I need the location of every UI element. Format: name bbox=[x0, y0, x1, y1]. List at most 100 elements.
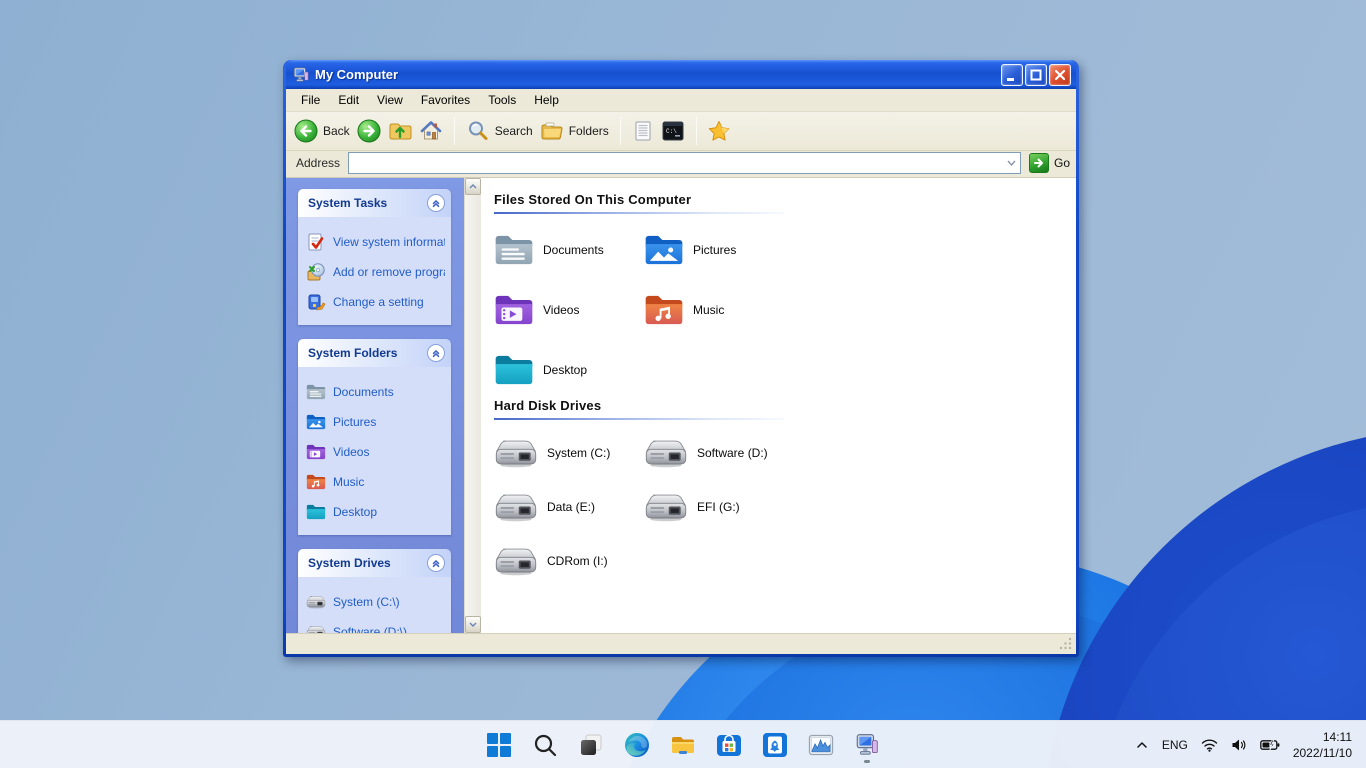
address-dropdown-icon[interactable] bbox=[1004, 153, 1020, 173]
sidebar-item-system-c[interactable]: System (C:\) bbox=[306, 587, 445, 617]
folder-item-desktop[interactable]: Desktop bbox=[494, 350, 644, 390]
add-remove-programs-icon bbox=[306, 262, 326, 282]
panel-header-system-tasks[interactable]: System Tasks bbox=[298, 189, 451, 217]
clock[interactable]: 14:11 2022/11/10 bbox=[1293, 729, 1352, 761]
group-title: Files Stored On This Computer bbox=[494, 192, 692, 207]
panel-header-system-drives[interactable]: System Drives bbox=[298, 549, 451, 577]
go-arrow-icon bbox=[1028, 152, 1049, 173]
drive-item-software-d[interactable]: Software (D:) bbox=[644, 436, 804, 470]
item-label: Pictures bbox=[693, 243, 737, 257]
sidebar-item-software-d[interactable]: Software (D:\) bbox=[306, 617, 445, 633]
taskbar-my-computer-icon[interactable] bbox=[848, 725, 886, 765]
wifi-icon[interactable] bbox=[1201, 738, 1218, 752]
menu-item-favorites[interactable]: Favorites bbox=[412, 90, 479, 110]
panel-header-system-folders[interactable]: System Folders bbox=[298, 339, 451, 367]
sidebar-item-pictures[interactable]: Pictures bbox=[306, 407, 445, 437]
folder-item-documents[interactable]: Documents bbox=[494, 230, 644, 270]
sidebar-item-view-system-information[interactable]: View system information bbox=[306, 227, 445, 257]
resize-grip[interactable] bbox=[1059, 637, 1073, 651]
taskbar-edge-icon[interactable] bbox=[618, 725, 656, 765]
collapse-chevron-icon[interactable] bbox=[427, 554, 445, 572]
folder-item-music[interactable]: Music bbox=[644, 290, 804, 330]
item-label: Music bbox=[693, 303, 725, 317]
sidebar-item-documents[interactable]: Documents bbox=[306, 377, 445, 407]
group-title: Hard Disk Drives bbox=[494, 398, 602, 413]
back-button[interactable]: Back bbox=[294, 119, 350, 143]
home-button[interactable] bbox=[419, 119, 443, 143]
folder-item-videos[interactable]: Videos bbox=[494, 290, 644, 330]
item-grid: Documents Pictures Videos Music Desktop bbox=[494, 230, 1058, 390]
content-group-hard-disk-drives: Hard Disk Drives System (C:) Software (D… bbox=[494, 398, 1058, 578]
folder-documents-icon bbox=[306, 382, 326, 402]
hdd-icon bbox=[494, 544, 538, 578]
drive-item-data-e[interactable]: Data (E:) bbox=[494, 490, 644, 524]
item-label: Documents bbox=[543, 243, 604, 257]
sidebar-panel-system-drives: System Drives System (C:\) Software (D:\… bbox=[298, 549, 451, 633]
panel-body: System (C:\) Software (D:\) bbox=[298, 577, 451, 633]
sidebar-item-change-a-setting[interactable]: Change a setting bbox=[306, 287, 445, 317]
drive-item-efi-g[interactable]: EFI (G:) bbox=[644, 490, 804, 524]
minimize-button[interactable] bbox=[1001, 63, 1023, 86]
folders-button[interactable]: Folders bbox=[540, 119, 609, 143]
cmd-button[interactable]: C:\ bbox=[661, 120, 685, 142]
address-field[interactable] bbox=[348, 151, 1021, 174]
panel-title: System Drives bbox=[308, 556, 391, 570]
taskbar-task-view-icon[interactable] bbox=[572, 725, 610, 765]
titlebar[interactable]: My Computer bbox=[286, 60, 1076, 89]
system-tray: ENG 14:11 2022/11/10 bbox=[1135, 721, 1366, 768]
panel-body: Documents Pictures Videos Music Desktop bbox=[298, 367, 451, 535]
window-title: My Computer bbox=[315, 67, 399, 82]
up-button[interactable] bbox=[388, 119, 412, 143]
sidebar-item-label: Software (D:\) bbox=[333, 625, 408, 633]
folder-desktop-icon bbox=[494, 350, 534, 390]
taskbar-search-taskbar-icon[interactable] bbox=[526, 725, 564, 765]
views-button[interactable] bbox=[632, 119, 654, 143]
item-label: CDRom (I:) bbox=[547, 554, 608, 568]
battery-charging-icon[interactable] bbox=[1259, 739, 1280, 751]
sidebar-item-label: Documents bbox=[333, 385, 394, 399]
maximize-button[interactable] bbox=[1025, 63, 1047, 86]
sidebar-item-videos[interactable]: Videos bbox=[306, 437, 445, 467]
scroll-up-button[interactable] bbox=[465, 178, 481, 195]
folders-label: Folders bbox=[568, 124, 609, 138]
sidebar-item-music[interactable]: Music bbox=[306, 467, 445, 497]
scroll-down-button[interactable] bbox=[465, 616, 481, 633]
sidebar-item-label: System (C:\) bbox=[333, 595, 400, 609]
close-button[interactable] bbox=[1049, 63, 1071, 86]
folder-item-pictures[interactable]: Pictures bbox=[644, 230, 804, 270]
taskbar-rocket-notes-icon[interactable] bbox=[756, 725, 794, 765]
drive-item-cdrom-i[interactable]: CDRom (I:) bbox=[494, 544, 644, 578]
menu-item-help[interactable]: Help bbox=[525, 90, 568, 110]
panel-body: View system information Add or remove pro… bbox=[298, 217, 451, 325]
favorites-button[interactable] bbox=[708, 120, 730, 142]
desktop-wallpaper: My Computer File Edit View Favorites Tools He… bbox=[0, 0, 1366, 768]
volume-icon[interactable] bbox=[1231, 738, 1247, 752]
menu-item-edit[interactable]: Edit bbox=[329, 90, 368, 110]
collapse-chevron-icon[interactable] bbox=[427, 344, 445, 362]
taskbar-start-icon[interactable] bbox=[480, 725, 518, 765]
taskbar-explorer-icon[interactable] bbox=[664, 725, 702, 765]
my-computer-window: My Computer File Edit View Favorites Tools He… bbox=[283, 60, 1079, 657]
back-label: Back bbox=[323, 124, 350, 138]
hdd-icon bbox=[494, 436, 538, 470]
search-button[interactable]: Search bbox=[466, 119, 533, 143]
go-button[interactable]: Go bbox=[1028, 152, 1070, 173]
sidebar-scrollbar[interactable] bbox=[464, 178, 481, 633]
menu-item-view[interactable]: View bbox=[368, 90, 412, 110]
sidebar-item-add-or-remove-programs[interactable]: Add or remove programs bbox=[306, 257, 445, 287]
sidebar-item-desktop[interactable]: Desktop bbox=[306, 497, 445, 527]
toolbar: Back Search Folders C:\ bbox=[286, 112, 1076, 151]
menu-item-file[interactable]: File bbox=[292, 90, 329, 110]
tray-chevron-icon[interactable] bbox=[1135, 738, 1149, 752]
system-info-icon bbox=[306, 232, 326, 252]
taskbar-task-manager-icon[interactable] bbox=[802, 725, 840, 765]
taskbar-store-icon[interactable] bbox=[710, 725, 748, 765]
sidebar: System Tasks View system information Add o… bbox=[286, 178, 464, 633]
address-input[interactable] bbox=[349, 153, 1004, 172]
collapse-chevron-icon[interactable] bbox=[427, 194, 445, 212]
folder-videos-icon bbox=[306, 442, 326, 462]
language-indicator[interactable]: ENG bbox=[1162, 738, 1188, 752]
forward-button[interactable] bbox=[357, 119, 381, 143]
menu-item-tools[interactable]: Tools bbox=[479, 90, 525, 110]
drive-item-system-c[interactable]: System (C:) bbox=[494, 436, 644, 470]
